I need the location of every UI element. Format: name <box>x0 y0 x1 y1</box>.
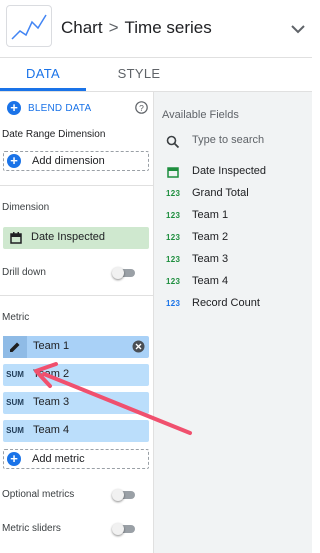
add-metric-label: Add metric <box>32 453 85 465</box>
optional-metrics-label: Optional metrics <box>2 489 75 500</box>
metric-chip-team-4[interactable]: SUM Team 4 <box>3 420 149 442</box>
metric-name: Team 1 <box>33 340 70 352</box>
aggregation-label[interactable]: SUM <box>3 420 27 442</box>
breadcrumb: Chart > Time series <box>61 18 212 38</box>
field-search-input[interactable]: Type to search <box>192 134 264 146</box>
tab-bar: DATA STYLE <box>0 58 312 92</box>
metric-section-label: Metric <box>2 312 30 323</box>
search-icon <box>166 135 180 149</box>
help-circle-icon[interactable]: ? <box>135 101 148 114</box>
edit-metric-button[interactable] <box>3 336 27 358</box>
data-panel: + BLEND DATA ? Date Range Dimension + Ad… <box>0 92 154 553</box>
pencil-icon <box>10 342 20 352</box>
metric-name: Team 2 <box>33 368 70 380</box>
close-circle-icon[interactable] <box>132 340 145 353</box>
metric-sliders-toggle[interactable] <box>112 523 136 535</box>
blend-data-button[interactable]: BLEND DATA <box>28 103 91 114</box>
plus-circle-icon: + <box>7 154 21 168</box>
panel-header: Chart > Time series <box>0 0 312 58</box>
field-name: Team 2 <box>192 231 229 243</box>
metric-name: Team 4 <box>33 424 70 436</box>
breadcrumb-separator: > <box>108 18 119 37</box>
number-type-icon: 123 <box>166 277 181 286</box>
drill-down-label: Drill down <box>2 267 46 278</box>
metric-chip-team-3[interactable]: SUM Team 3 <box>3 392 149 414</box>
number-type-icon: 123 <box>166 255 181 264</box>
metric-sliders-label: Metric sliders <box>2 523 61 534</box>
field-name: Team 3 <box>192 253 229 265</box>
divider <box>0 185 154 186</box>
svg-text:?: ? <box>139 103 144 113</box>
breadcrumb-current: Time series <box>124 18 212 37</box>
add-date-range-dimension[interactable]: + Add dimension <box>3 151 149 171</box>
metric-chip-team-1[interactable]: Team 1 <box>3 336 149 358</box>
dimension-name: Date Inspected <box>31 231 105 243</box>
divider <box>0 295 154 296</box>
field-name: Date Inspected <box>192 165 266 177</box>
date-range-label: Date Range Dimension <box>2 129 106 140</box>
aggregation-label[interactable]: SUM <box>3 364 27 386</box>
add-metric-button[interactable]: + Add metric <box>3 449 149 469</box>
number-type-icon: 123 <box>166 211 181 220</box>
plus-circle-icon[interactable]: + <box>7 101 21 115</box>
optional-metrics-toggle[interactable] <box>112 489 136 501</box>
chevron-down-icon[interactable] <box>289 20 307 38</box>
dimension-chip-date-inspected[interactable]: Date Inspected <box>3 227 149 249</box>
metric-name: Team 3 <box>33 396 70 408</box>
calendar-icon <box>167 167 179 178</box>
plus-circle-icon: + <box>7 452 21 466</box>
field-name: Grand Total <box>192 187 249 199</box>
metric-chip-team-2[interactable]: SUM Team 2 <box>3 364 149 386</box>
tab-style[interactable]: STYLE <box>96 58 182 91</box>
breadcrumb-root: Chart <box>61 18 103 37</box>
calendar-icon <box>10 232 22 244</box>
field-name: Team 4 <box>192 275 229 287</box>
add-dimension-label: Add dimension <box>32 155 105 167</box>
line-chart-icon <box>11 14 47 40</box>
count-type-icon: 123 <box>166 299 181 308</box>
aggregation-label[interactable]: SUM <box>3 392 27 414</box>
field-name: Team 1 <box>192 209 229 221</box>
field-name: Record Count <box>192 297 260 309</box>
dimension-section-label: Dimension <box>2 202 50 213</box>
tab-data[interactable]: DATA <box>0 58 86 91</box>
number-type-icon: 123 <box>166 233 181 242</box>
number-type-icon: 123 <box>166 189 181 198</box>
available-fields-panel: Available Fields Type to search Date Ins… <box>154 92 312 553</box>
available-fields-title: Available Fields <box>162 109 239 121</box>
chart-type-thumbnail[interactable] <box>6 5 52 47</box>
drill-down-toggle[interactable] <box>112 267 136 279</box>
